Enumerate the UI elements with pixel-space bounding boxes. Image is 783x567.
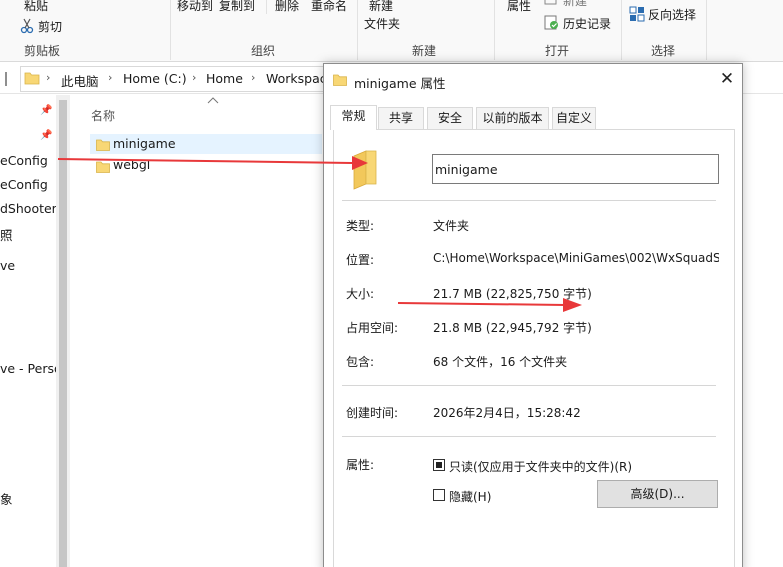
pin-icon[interactable]: 📌 bbox=[40, 130, 52, 141]
new-partial-label: 新建 bbox=[563, 0, 588, 8]
ribbon-separator bbox=[357, 0, 358, 60]
copy-to-button[interactable]: 复制到 bbox=[219, 0, 255, 14]
size-label: 大小: bbox=[346, 287, 375, 301]
dialog-title: minigame 属性 bbox=[354, 76, 446, 91]
type-label: 类型: bbox=[346, 219, 375, 233]
tab-general[interactable]: 常规 bbox=[330, 105, 377, 130]
ribbon-separator bbox=[706, 0, 707, 60]
ribbon-separator bbox=[494, 0, 495, 60]
type-value: 文件夹 bbox=[433, 219, 470, 233]
history-button[interactable]: 历史记录 bbox=[563, 15, 611, 32]
scissors-icon bbox=[20, 18, 34, 34]
readonly-label[interactable]: 只读(仅应用于文件夹中的文件)(R) bbox=[449, 458, 632, 475]
advanced-button[interactable]: 高级(D)... bbox=[597, 480, 718, 508]
folder-icon bbox=[24, 72, 40, 85]
contains-label: 包含: bbox=[346, 355, 375, 369]
chevron-right-icon[interactable]: › bbox=[46, 71, 50, 84]
nav-scrollbar-thumb[interactable] bbox=[59, 100, 67, 567]
divider bbox=[342, 385, 716, 386]
invert-selection-icon bbox=[629, 6, 645, 22]
nav-item[interactable]: eConfig bbox=[0, 177, 48, 192]
contains-value: 68 个文件，16 个文件夹 bbox=[433, 355, 568, 369]
paste-button[interactable]: 粘贴 bbox=[24, 0, 48, 14]
group-new-label: 新建 bbox=[412, 44, 437, 58]
folder-name-input[interactable] bbox=[432, 154, 719, 184]
location-value: C:\Home\Workspace\MiniGames\002\WxSquadS bbox=[433, 251, 719, 265]
nav-item[interactable]: eConfig bbox=[0, 153, 48, 168]
group-select-label: 选择 bbox=[651, 44, 676, 58]
breadcrumb-drive[interactable]: Home (C:) bbox=[123, 71, 187, 86]
tab-customize[interactable]: 自定义 bbox=[552, 107, 596, 129]
size-on-disk-value: 21.8 MB (22,945,792 字节) bbox=[433, 321, 592, 335]
ribbon-separator bbox=[621, 0, 622, 60]
attributes-label: 属性: bbox=[346, 458, 375, 472]
file-name: minigame bbox=[113, 136, 176, 151]
navigation-pane: 📌 📌 eConfig eConfig dShooter 照 ve ve - P… bbox=[0, 95, 62, 567]
size-on-disk-label: 占用空间: bbox=[346, 321, 399, 335]
divider bbox=[342, 436, 716, 437]
pin-icon[interactable]: 📌 bbox=[40, 105, 52, 116]
size-value: 21.7 MB (22,825,750 字节) bbox=[433, 287, 592, 301]
chevron-right-icon[interactable]: › bbox=[192, 71, 196, 84]
properties-button[interactable]: 属性 bbox=[507, 0, 531, 14]
folder-icon bbox=[96, 139, 110, 151]
breadcrumb-this-pc[interactable]: 此电脑 bbox=[61, 71, 99, 90]
nav-item[interactable]: ve bbox=[0, 258, 15, 273]
ribbon-separator bbox=[266, 0, 267, 14]
chevron-right-icon[interactable]: › bbox=[108, 71, 112, 84]
properties-dialog: minigame 属性 ✕ 常规 共享 安全 以前的版本 自定义 类型: 文件夹… bbox=[323, 63, 743, 567]
nav-item[interactable]: dShooter bbox=[0, 201, 57, 216]
divider bbox=[342, 200, 716, 201]
folder-large-icon bbox=[353, 150, 377, 190]
group-open-label: 打开 bbox=[545, 44, 570, 58]
file-row[interactable]: minigame bbox=[90, 134, 322, 154]
tab-security[interactable]: 安全 bbox=[427, 107, 473, 129]
tab-sharing[interactable]: 共享 bbox=[378, 107, 424, 129]
created-label: 创建时间: bbox=[346, 406, 399, 420]
new-item-label[interactable]: 新建 bbox=[369, 0, 393, 14]
group-organize-label: 组织 bbox=[251, 44, 276, 58]
breadcrumb-home[interactable]: Home bbox=[206, 71, 243, 86]
delete-button[interactable]: 删除 bbox=[275, 0, 299, 14]
location-label: 位置: bbox=[346, 253, 375, 267]
folder-icon bbox=[333, 74, 347, 86]
created-value: 2026年2月4日，15:28:42 bbox=[433, 406, 581, 420]
rename-button[interactable]: 重命名 bbox=[311, 0, 347, 14]
up-arrow-icon[interactable] bbox=[4, 72, 14, 86]
group-clipboard-label: 剪贴板 bbox=[24, 44, 61, 58]
tab-previous-versions[interactable]: 以前的版本 bbox=[476, 107, 549, 129]
column-header-name[interactable]: 名称 bbox=[91, 107, 115, 124]
sort-up-icon bbox=[207, 97, 219, 104]
hidden-checkbox[interactable] bbox=[433, 489, 445, 501]
edit-icon bbox=[544, 0, 557, 5]
nav-item[interactable]: 照 bbox=[0, 225, 13, 244]
invert-selection-button[interactable]: 反向选择 bbox=[648, 6, 696, 23]
close-icon[interactable]: ✕ bbox=[716, 68, 738, 90]
breadcrumb-workspace[interactable]: Workspac bbox=[266, 71, 327, 86]
file-row[interactable]: webgl bbox=[90, 156, 322, 176]
ribbon-separator bbox=[170, 0, 171, 60]
nav-item[interactable]: 象 bbox=[0, 489, 13, 508]
hidden-label[interactable]: 隐藏(H) bbox=[449, 488, 491, 505]
file-name: webgl bbox=[113, 157, 151, 172]
cut-button[interactable]: 剪切 bbox=[38, 18, 62, 35]
new-folder-button[interactable]: 文件夹 bbox=[364, 15, 400, 32]
history-icon bbox=[544, 15, 558, 30]
chevron-right-icon[interactable]: › bbox=[251, 71, 255, 84]
ribbon: 粘贴 剪切 剪贴板 移动到 复制到 删除 重命名 组织 新建 文件夹 新建 属性… bbox=[0, 0, 783, 62]
nav-item[interactable]: ve - Perso bbox=[0, 361, 62, 376]
readonly-checkbox[interactable] bbox=[433, 459, 445, 471]
move-to-button[interactable]: 移动到 bbox=[177, 0, 213, 14]
folder-icon bbox=[96, 161, 110, 173]
